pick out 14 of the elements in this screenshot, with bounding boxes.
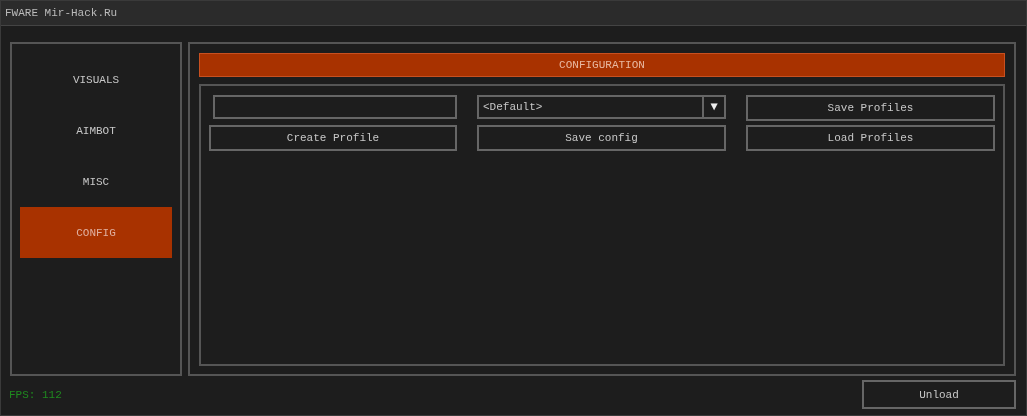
profile-name-field[interactable] [213,95,457,119]
create-profile-button[interactable]: Create Profile [209,125,457,151]
sidebar-tab[interactable]: VISUALS [20,54,172,105]
sidebar-tab[interactable]: MISC [20,156,172,207]
unload-button[interactable]: Unload [862,380,1016,409]
load-profiles-button[interactable]: Load Profiles [746,125,995,151]
window-title: FWARE Mir-Hack.Ru [5,7,118,19]
fps-counter: FPS: 112 [9,388,62,401]
section-header: CONFIGURATION [199,53,1005,77]
sidebar-tab[interactable]: AIMBOT [20,105,172,156]
save-config-button[interactable]: Save config [477,125,726,151]
save-profiles-button[interactable]: Save Profiles [746,95,995,121]
config-dropdown[interactable]: <Default> ▼ [477,95,726,119]
sidebar-tab[interactable]: CONFIG [20,207,172,258]
